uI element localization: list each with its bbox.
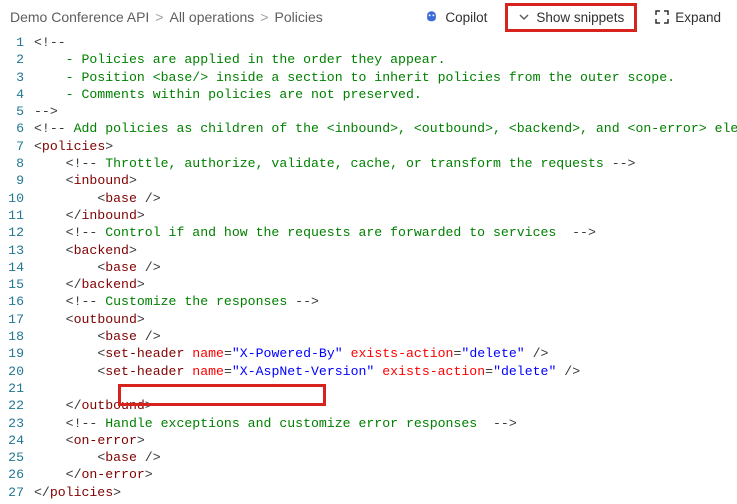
line-number: 11	[0, 207, 24, 224]
line-number: 9	[0, 172, 24, 189]
line-number: 25	[0, 449, 24, 466]
code-line[interactable]: <!-- Handle exceptions and customize err…	[34, 415, 737, 432]
line-number: 23	[0, 415, 24, 432]
code-line[interactable]: <policies>	[34, 138, 737, 155]
line-number: 6	[0, 120, 24, 137]
show-snippets-button[interactable]: Show snippets	[505, 3, 637, 32]
code-line[interactable]: - Comments within policies are not prese…	[34, 86, 737, 103]
show-snippets-label: Show snippets	[536, 10, 624, 25]
line-number: 3	[0, 69, 24, 86]
code-line[interactable]: <!-- Throttle, authorize, validate, cach…	[34, 155, 737, 172]
line-number: 7	[0, 138, 24, 155]
code-line[interactable]: </policies>	[34, 484, 737, 501]
line-number: 10	[0, 190, 24, 207]
editor-header: Demo Conference API > All operations > P…	[0, 0, 737, 34]
line-number: 18	[0, 328, 24, 345]
expand-icon	[655, 10, 669, 24]
code-line[interactable]: <backend>	[34, 242, 737, 259]
line-number: 1	[0, 34, 24, 51]
line-number: 19	[0, 345, 24, 362]
breadcrumb: Demo Conference API > All operations > P…	[10, 9, 323, 25]
code-editor[interactable]: 1234567891011121314151617181920212223242…	[0, 34, 737, 501]
line-number: 13	[0, 242, 24, 259]
line-number: 15	[0, 276, 24, 293]
code-line[interactable]: </inbound>	[34, 207, 737, 224]
breadcrumb-item-2[interactable]: All operations	[169, 9, 254, 25]
line-number: 26	[0, 466, 24, 483]
line-number: 14	[0, 259, 24, 276]
line-numbers-gutter: 1234567891011121314151617181920212223242…	[0, 34, 34, 501]
code-line[interactable]: <set-header name="X-AspNet-Version" exis…	[34, 363, 737, 380]
code-line[interactable]: <!-- Add policies as children of the <in…	[34, 120, 737, 137]
breadcrumb-item-1[interactable]: Demo Conference API	[10, 9, 149, 25]
line-number: 22	[0, 397, 24, 414]
breadcrumb-sep: >	[260, 9, 268, 25]
code-line[interactable]: - Position <base/> inside a section to i…	[34, 69, 737, 86]
code-line[interactable]: <set-header name="X-Powered-By" exists-a…	[34, 345, 737, 362]
breadcrumb-item-3[interactable]: Policies	[275, 9, 323, 25]
line-number: 8	[0, 155, 24, 172]
toolbar: Copilot Show snippets Expand	[418, 3, 727, 32]
line-number: 5	[0, 103, 24, 120]
line-number: 20	[0, 363, 24, 380]
code-line[interactable]: <!-- Control if and how the requests are…	[34, 224, 737, 241]
code-line[interactable]: <!--	[34, 34, 737, 51]
line-number: 21	[0, 380, 24, 397]
code-line[interactable]: </backend>	[34, 276, 737, 293]
code-line[interactable]: - Policies are applied in the order they…	[34, 51, 737, 68]
code-line[interactable]: </on-error>	[34, 466, 737, 483]
code-line[interactable]: <on-error>	[34, 432, 737, 449]
breadcrumb-sep: >	[155, 9, 163, 25]
code-line[interactable]	[34, 380, 737, 397]
line-number: 16	[0, 293, 24, 310]
line-number: 24	[0, 432, 24, 449]
code-line[interactable]: <base />	[34, 449, 737, 466]
line-number: 2	[0, 51, 24, 68]
expand-label: Expand	[675, 10, 721, 25]
line-number: 27	[0, 484, 24, 501]
line-number: 4	[0, 86, 24, 103]
copilot-icon	[424, 10, 439, 25]
code-line[interactable]: <inbound>	[34, 172, 737, 189]
copilot-button[interactable]: Copilot	[418, 6, 493, 29]
code-line[interactable]: <outbound>	[34, 311, 737, 328]
code-line[interactable]: <base />	[34, 259, 737, 276]
copilot-label: Copilot	[445, 10, 487, 25]
expand-button[interactable]: Expand	[649, 6, 727, 29]
code-body[interactable]: <!-- - Policies are applied in the order…	[34, 34, 737, 501]
chevron-down-icon	[518, 11, 530, 23]
line-number: 12	[0, 224, 24, 241]
code-line[interactable]: -->	[34, 103, 737, 120]
line-number: 17	[0, 311, 24, 328]
code-line[interactable]: </outbound>	[34, 397, 737, 414]
code-line[interactable]: <!-- Customize the responses -->	[34, 293, 737, 310]
code-line[interactable]: <base />	[34, 190, 737, 207]
code-line[interactable]: <base />	[34, 328, 737, 345]
